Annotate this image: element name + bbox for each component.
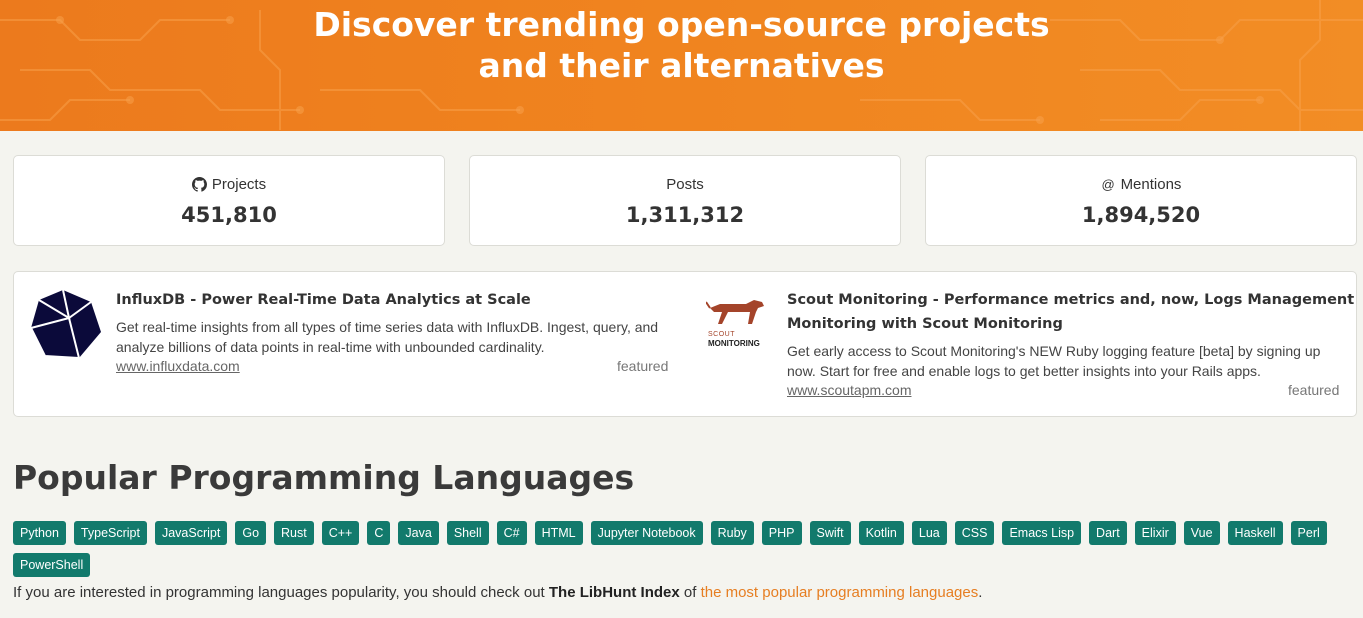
ad-scout-link[interactable]: www.scoutapm.com: [787, 382, 911, 398]
language-tag[interactable]: Elixir: [1134, 521, 1176, 545]
language-tag[interactable]: Swift: [809, 521, 851, 545]
language-tag[interactable]: Perl: [1290, 521, 1327, 545]
stat-label-posts: Posts: [666, 176, 704, 193]
language-tag[interactable]: C: [367, 521, 391, 545]
language-tag[interactable]: C++: [321, 521, 360, 545]
scout-logo[interactable]: SCOUT MONITORING: [705, 296, 768, 348]
ad-influxdb-desc-line1: Get real-time insights from all types of…: [116, 319, 659, 335]
ad-scout-title-line1[interactable]: Scout Monitoring - Performance metrics a…: [787, 288, 1354, 312]
language-tag[interactable]: CSS: [954, 521, 995, 545]
ad-influxdb-featured-badge: featured: [617, 358, 669, 374]
footer-mid: of: [679, 584, 701, 601]
scout-logo-text2: MONITORING: [708, 339, 760, 348]
language-tag[interactable]: Jupyter Notebook: [590, 521, 703, 545]
at-icon: @: [1101, 177, 1115, 192]
popular-languages-link[interactable]: the most popular programming languages: [701, 584, 979, 601]
ad-scout-featured-badge: featured: [1288, 382, 1340, 398]
language-tag-list: Python TypeScript JavaScript Go Rust C++ C Java…: [13, 521, 1353, 577]
influxdb-logo[interactable]: [29, 288, 103, 360]
stat-card-posts: Posts 1,311,312: [469, 155, 901, 246]
hero-title-line1: Discover trending open-source projects: [313, 5, 1050, 44]
language-tag[interactable]: Haskell: [1227, 521, 1283, 545]
languages-footer-text: If you are interested in programming lan…: [13, 584, 982, 601]
ad-scout-desc-line2: now. Start for free and enable logs to g…: [787, 363, 1261, 379]
libhunt-index-label: The LibHunt Index: [548, 584, 680, 601]
language-tag[interactable]: Kotlin: [858, 521, 904, 545]
ad-influxdb-title[interactable]: InfluxDB - Power Real-Time Data Analytic…: [116, 288, 531, 312]
language-tag[interactable]: JavaScript: [154, 521, 228, 545]
language-tag[interactable]: Vue: [1183, 521, 1220, 545]
language-tag[interactable]: Rust: [274, 521, 314, 545]
language-tag[interactable]: Python: [13, 521, 66, 545]
ad-scout-title-line2[interactable]: Monitoring with Scout Monitoring: [787, 312, 1063, 336]
scout-logo-text1: SCOUT: [708, 331, 735, 338]
hero-title-line2: and their alternatives: [478, 46, 885, 85]
stat-label-mentions: Mentions: [1120, 176, 1182, 193]
language-tag[interactable]: PowerShell: [13, 553, 91, 577]
language-tag[interactable]: Go: [235, 521, 267, 545]
language-tag[interactable]: PHP: [761, 521, 802, 545]
language-tag[interactable]: Shell: [446, 521, 489, 545]
github-icon: [191, 177, 207, 192]
footer-prefix: If you are interested in programming lan…: [13, 584, 549, 601]
ad-influxdb-desc-line2: analyze billions of data points in real-…: [116, 339, 545, 355]
language-tag[interactable]: C#: [496, 521, 527, 545]
popular-languages-heading: Popular Programming Languages: [13, 458, 635, 497]
footer-suffix: .: [978, 584, 983, 601]
language-tag[interactable]: HTML: [534, 521, 583, 545]
stat-value-projects: 451,810: [181, 203, 277, 227]
stat-value-posts: 1,311,312: [625, 203, 745, 227]
featured-ads-box: InfluxDB - Power Real-Time Data Analytic…: [13, 271, 1357, 417]
language-tag[interactable]: Java: [398, 521, 439, 545]
language-tag[interactable]: Ruby: [710, 521, 754, 545]
ad-influxdb-link[interactable]: www.influxdata.com: [116, 358, 240, 374]
stat-label-projects: Projects: [211, 176, 267, 193]
scout-dog-icon: [705, 300, 764, 324]
language-tag[interactable]: TypeScript: [73, 521, 147, 545]
language-tag[interactable]: Dart: [1089, 521, 1127, 545]
ad-scout-desc-line1: Get early access to Scout Monitoring's N…: [787, 343, 1321, 359]
stat-card-mentions: @ Mentions 1,894,520: [925, 155, 1357, 246]
stat-value-mentions: 1,894,520: [1081, 203, 1201, 227]
hero-title: Discover trending open-source projects a…: [0, 4, 1363, 86]
language-tag[interactable]: Emacs Lisp: [1002, 521, 1082, 545]
stat-card-projects: Projects 451,810: [13, 155, 445, 246]
language-tag[interactable]: Lua: [911, 521, 947, 545]
hero-banner: Discover trending open-source projects a…: [0, 0, 1363, 131]
